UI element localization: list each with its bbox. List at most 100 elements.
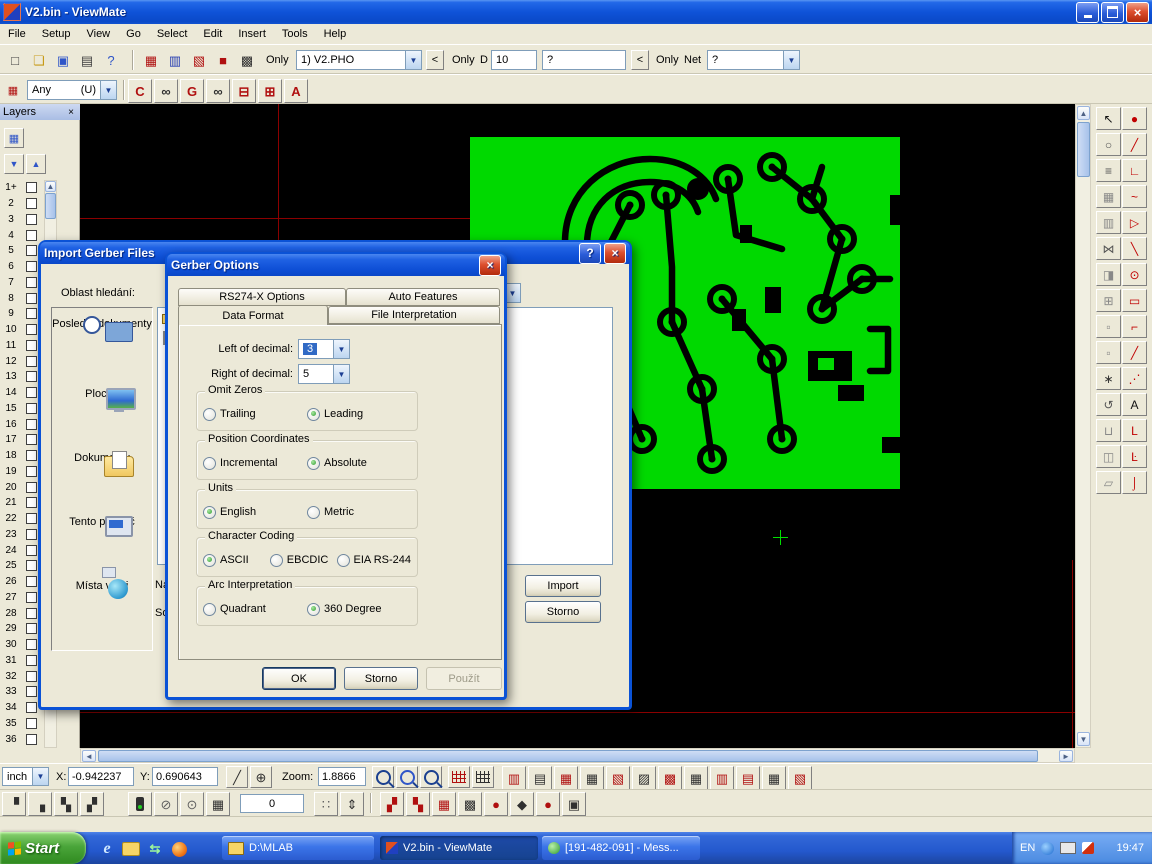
tray-keyboard-icon[interactable] [1060, 842, 1076, 854]
layer-visibility-box[interactable] [26, 324, 37, 335]
scroll-right-icon[interactable]: ► [1059, 750, 1073, 762]
tool-icon[interactable]: ~ [1122, 185, 1147, 208]
vscrollbar-thumb[interactable] [1077, 122, 1090, 177]
snap-icon[interactable]: ⇕ [340, 792, 364, 816]
close-icon[interactable]: × [604, 243, 626, 264]
menu-item[interactable]: Select [149, 24, 196, 44]
mode-icon[interactable]: ⊙ [180, 792, 204, 816]
select-tool-button[interactable]: G [180, 79, 204, 103]
layer-row[interactable]: 36 [0, 731, 44, 747]
unit-combobox[interactable]: inch ▼ [2, 767, 49, 786]
zoom-out-icon[interactable] [420, 766, 442, 788]
help-button[interactable]: ? [579, 243, 601, 264]
toolbar-icon-button[interactable]: ▣ [52, 49, 74, 71]
layer-visibility-box[interactable] [26, 655, 37, 666]
toolbar-icon-button[interactable]: □ [4, 49, 26, 71]
radio-option[interactable]: Incremental [203, 457, 307, 470]
pattern-icon[interactable]: ▦ [580, 766, 604, 790]
tab-file-interpretation[interactable]: File Interpretation [328, 306, 500, 324]
select-tool-button[interactable]: C [128, 79, 152, 103]
chevron-down-icon[interactable]: ▼ [783, 51, 799, 69]
layer-visibility-box[interactable] [26, 434, 37, 445]
toolbar-icon-button[interactable]: ? [100, 49, 122, 71]
radio-option[interactable]: Quadrant [203, 603, 307, 616]
layer-visibility-box[interactable] [26, 623, 37, 634]
tab-data-format[interactable]: Data Format [178, 305, 328, 325]
grid-toggle-icon[interactable] [448, 766, 470, 788]
stairs-icon[interactable]: ▚ [54, 792, 78, 816]
layer-visibility-box[interactable] [26, 608, 37, 619]
canvas-vscrollbar[interactable]: ▲ ▼ [1075, 104, 1091, 748]
pattern-icon[interactable]: ▚ [406, 792, 430, 816]
tool-icon[interactable]: ↺ [1096, 393, 1121, 416]
layer-visibility-box[interactable] [26, 592, 37, 603]
layer-visibility-box[interactable] [26, 513, 37, 524]
tool-icon[interactable]: ▱ [1096, 471, 1121, 494]
pattern-icon[interactable]: ▩ [658, 766, 682, 790]
folder-quicklaunch-icon[interactable] [122, 840, 140, 858]
scroll-up-icon[interactable]: ▲ [45, 181, 56, 192]
tool-icon[interactable]: ∟ [1122, 159, 1147, 182]
pattern-icon[interactable]: ◆ [510, 792, 534, 816]
menu-item[interactable]: Setup [34, 24, 79, 44]
pattern-icon[interactable]: ▤ [528, 766, 552, 790]
layer-row[interactable]: 4 [0, 227, 44, 243]
layer-visibility-box[interactable] [26, 308, 37, 319]
layer-visibility-box[interactable] [26, 497, 37, 508]
mode-icon[interactable]: ⊘ [154, 792, 178, 816]
tool-icon[interactable]: ○ [1096, 133, 1121, 156]
tool-icon[interactable]: Ŀ [1122, 445, 1147, 468]
pattern-icon[interactable]: ▦ [684, 766, 708, 790]
layer-visibility-box[interactable] [26, 545, 37, 556]
tool-icon[interactable]: ▭ [1122, 289, 1147, 312]
select-tool-button[interactable]: ∞ [154, 79, 178, 103]
tool-icon[interactable]: ≡ [1096, 159, 1121, 182]
layer-visibility-box[interactable] [26, 576, 37, 587]
pattern-icon-button[interactable]: ▩ [236, 49, 258, 71]
scroll-up-icon[interactable]: ▲ [1077, 106, 1090, 120]
tool-icon[interactable]: L [1122, 419, 1147, 442]
gerber-dialog-titlebar[interactable]: Gerber Options × [167, 254, 505, 276]
layer-visibility-box[interactable] [26, 230, 37, 241]
place-desktop[interactable]: Plocha [52, 386, 152, 400]
d-step-back-button[interactable]: < [631, 50, 649, 70]
select-tool-button[interactable]: A [284, 79, 308, 103]
browser-quicklaunch-icon[interactable] [170, 840, 188, 858]
pattern-icon[interactable]: ▦ [554, 766, 578, 790]
menu-item[interactable]: Insert [230, 24, 274, 44]
select-tool-button[interactable]: ⊞ [258, 79, 282, 103]
pattern-icon[interactable]: ● [484, 792, 508, 816]
tool-icon[interactable]: ⌐ [1122, 315, 1147, 338]
stairs-icon[interactable]: ▝ [2, 792, 26, 816]
any-filter-combobox[interactable]: Any (U) ▼ [27, 80, 117, 100]
only-net-toggle[interactable]: Only [656, 49, 679, 71]
menu-item[interactable]: Edit [195, 24, 230, 44]
x-coordinate-field[interactable]: -0.942237 [68, 767, 134, 786]
scroll-down-icon[interactable]: ▼ [1077, 732, 1090, 746]
chevron-down-icon[interactable]: ▼ [405, 51, 421, 69]
taskbar-item-viewmate[interactable]: V2.bin - ViewMate [380, 836, 538, 860]
tool-icon[interactable]: ⋈ [1096, 237, 1121, 260]
layer-row[interactable]: 35 [0, 716, 44, 732]
layer-row[interactable]: 3 [0, 212, 44, 228]
chevron-down-icon[interactable]: ▼ [32, 768, 48, 785]
menu-item[interactable]: Help [316, 24, 355, 44]
scroll-left-icon[interactable]: ◄ [82, 750, 96, 762]
net-combobox[interactable]: ? ▼ [707, 50, 800, 70]
pattern-icon-button[interactable]: ■ [212, 49, 234, 71]
ie-quicklaunch-icon[interactable]: e [98, 840, 116, 858]
layer-visibility-box[interactable] [26, 214, 37, 225]
only-layer-toggle[interactable]: Only [266, 49, 289, 71]
layers-grid-button[interactable]: ▦ [4, 128, 24, 148]
tool-icon[interactable]: ⊙ [1122, 263, 1147, 286]
zoom-value-field[interactable]: 1.8866 [318, 767, 366, 786]
layer-visibility-box[interactable] [26, 560, 37, 571]
layer-visibility-box[interactable] [26, 529, 37, 540]
apply-button[interactable]: Použít [426, 667, 502, 690]
pattern-icon[interactable]: ▧ [606, 766, 630, 790]
tool-icon[interactable]: ╲ [1122, 237, 1147, 260]
layer-visibility-box[interactable] [26, 671, 37, 682]
tool-icon[interactable]: ╱ [1122, 341, 1147, 364]
layer-visibility-box[interactable] [26, 482, 37, 493]
layer-visibility-box[interactable] [26, 245, 37, 256]
